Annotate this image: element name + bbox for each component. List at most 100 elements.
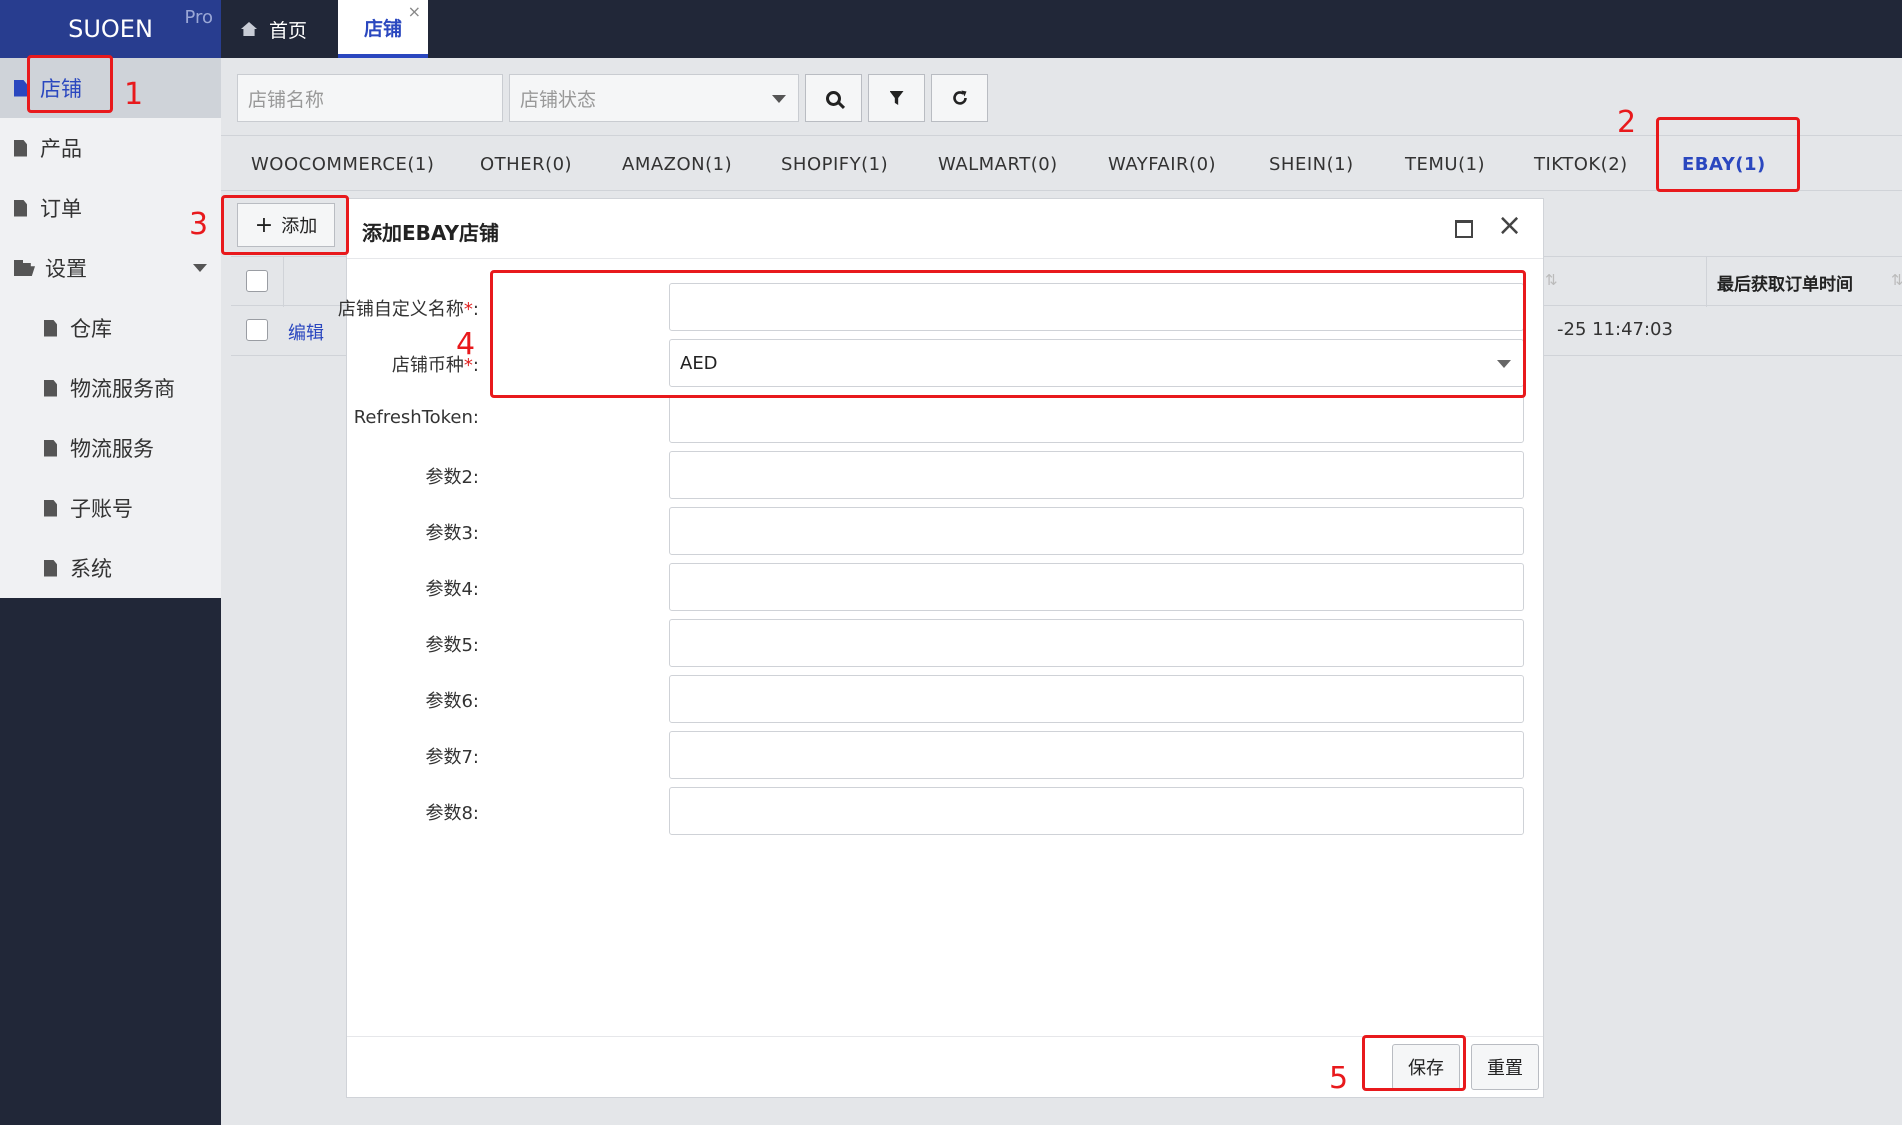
annotation-number-4: 4 (456, 327, 476, 362)
required-mark: * (463, 299, 473, 320)
sidebar-item-label: 仓库 (70, 317, 112, 341)
filter-icon (889, 91, 904, 105)
field-label: 参数2: (425, 467, 479, 488)
sidebar-item-logistics-provider[interactable]: 物流服务商 (0, 358, 221, 418)
sidebar-item-product[interactable]: 产品 (0, 118, 221, 178)
field-label: 参数4: (425, 579, 479, 600)
home-icon (241, 22, 257, 36)
sidebar-item-warehouse[interactable]: 仓库 (0, 298, 221, 358)
field-label: RefreshToken: (353, 407, 479, 428)
field-label: 参数8: (425, 803, 479, 824)
tab-shop[interactable]: 店铺 × (338, 0, 428, 58)
sidebar-item-logistics-service[interactable]: 物流服务 (0, 418, 221, 478)
file-icon (44, 559, 57, 577)
filter-button[interactable] (868, 74, 925, 122)
sidebar-item-label: 设置 (45, 257, 87, 281)
file-icon (14, 199, 27, 217)
sidebar-item-label: 物流服务 (70, 437, 154, 461)
file-icon (14, 79, 27, 97)
field-label: 参数6: (425, 691, 479, 712)
field-label: 参数7: (425, 747, 479, 768)
param8-field[interactable] (669, 787, 1524, 835)
tab-home[interactable]: 首页 (241, 0, 307, 58)
form-row-refresh-token: RefreshToken: (347, 395, 1543, 443)
shop-name-input[interactable]: 店铺名称 (237, 74, 503, 122)
param5-field[interactable] (669, 619, 1524, 667)
search-button[interactable] (805, 74, 862, 122)
tab-wayfair[interactable]: WAYFAIR(0) (1108, 136, 1216, 192)
sidebar-item-label: 物流服务商 (70, 377, 175, 401)
folder-open-icon (14, 260, 36, 276)
tab-walmart[interactable]: WALMART(0) (938, 136, 1058, 192)
platform-tabs: WOOCOMMERCE(1) OTHER(0) AMAZON(1) SHOPIF… (221, 135, 1902, 191)
tab-label: 店铺 (363, 17, 402, 40)
refresh-token-field[interactable] (669, 395, 1524, 443)
edit-link[interactable]: 编辑 (288, 319, 324, 345)
caret-down-icon (193, 264, 207, 272)
logo-text: SUOEN (68, 15, 153, 43)
select-all-checkbox[interactable] (246, 270, 268, 292)
top-bar: 首页 店铺 × (221, 0, 1902, 58)
annotation-number-2: 2 (1617, 105, 1637, 140)
tab-temu[interactable]: TEMU(1) (1405, 136, 1485, 192)
sidebar-item-sub-account[interactable]: 子账号 (0, 478, 221, 538)
annotation-box-3 (221, 195, 349, 255)
search-bar: 店铺名称 店铺状态 (237, 74, 988, 122)
sidebar: SUOEN Pro 店铺 产品 订单 设置 仓库 物流服务商 物流服务 子账号 … (0, 0, 221, 1125)
param7-field[interactable] (669, 731, 1524, 779)
form-row-param4: 参数4: (347, 563, 1543, 611)
tab-label: 首页 (269, 19, 308, 42)
param4-field[interactable] (669, 563, 1524, 611)
reset-button[interactable]: 重置 (1471, 1044, 1539, 1090)
file-icon (44, 379, 57, 397)
tab-other[interactable]: OTHER(0) (480, 136, 572, 192)
file-icon (44, 439, 57, 457)
tab-woocommerce[interactable]: WOOCOMMERCE(1) (251, 136, 434, 192)
form-row-param2: 参数2: (347, 451, 1543, 499)
param6-field[interactable] (669, 675, 1524, 723)
sidebar-item-settings[interactable]: 设置 (0, 238, 221, 298)
divider (347, 258, 1543, 259)
param3-field[interactable] (669, 507, 1524, 555)
column-header-last-fetch-time[interactable]: 最后获取订单时间 (1717, 270, 1853, 295)
tab-shopify[interactable]: SHOPIFY(1) (781, 136, 888, 192)
sidebar-menu: 店铺 产品 订单 设置 仓库 物流服务商 物流服务 子账号 系统 (0, 58, 221, 598)
tab-amazon[interactable]: AMAZON(1) (622, 136, 732, 192)
annotation-number-5: 5 (1329, 1061, 1349, 1096)
file-icon (14, 139, 27, 157)
sidebar-item-system[interactable]: 系统 (0, 538, 221, 598)
form-row-param6: 参数6: (347, 675, 1543, 723)
column-divider (283, 257, 284, 307)
annotation-box-4 (490, 270, 1526, 398)
form-row-param3: 参数3: (347, 507, 1543, 555)
annotation-box-1 (27, 55, 113, 113)
field-label: 参数5: (425, 635, 479, 656)
sort-icon[interactable]: ⇅ (1545, 271, 1558, 289)
file-icon (44, 319, 57, 337)
shop-status-select[interactable]: 店铺状态 (509, 74, 799, 122)
file-icon (44, 499, 57, 517)
tab-shein[interactable]: SHEIN(1) (1269, 136, 1354, 192)
shop-status-placeholder: 店铺状态 (520, 88, 597, 111)
close-icon[interactable]: × (1497, 211, 1522, 241)
logo-badge: Pro (184, 7, 213, 28)
last-fetch-time-value: -25 11:47:03 (1557, 319, 1673, 340)
refresh-button[interactable] (931, 74, 988, 122)
maximize-icon[interactable] (1455, 220, 1473, 238)
row-checkbox[interactable] (246, 319, 268, 341)
sort-icon[interactable]: ⇅ (1891, 271, 1902, 289)
param2-field[interactable] (669, 451, 1524, 499)
field-label: 店铺自定义名称*: (337, 299, 479, 320)
tab-close-icon[interactable]: × (408, 2, 421, 21)
sidebar-item-label: 订单 (40, 197, 82, 221)
annotation-box-2 (1656, 117, 1800, 192)
chevron-down-icon (772, 95, 786, 103)
shop-name-placeholder: 店铺名称 (248, 88, 325, 111)
column-divider (1706, 257, 1707, 307)
annotation-number-3: 3 (189, 207, 209, 242)
app-logo[interactable]: SUOEN Pro (0, 0, 221, 58)
tab-tiktok[interactable]: TIKTOK(2) (1534, 136, 1628, 192)
form-row-param5: 参数5: (347, 619, 1543, 667)
sidebar-item-label: 子账号 (70, 497, 133, 521)
sidebar-item-order[interactable]: 订单 (0, 178, 221, 238)
